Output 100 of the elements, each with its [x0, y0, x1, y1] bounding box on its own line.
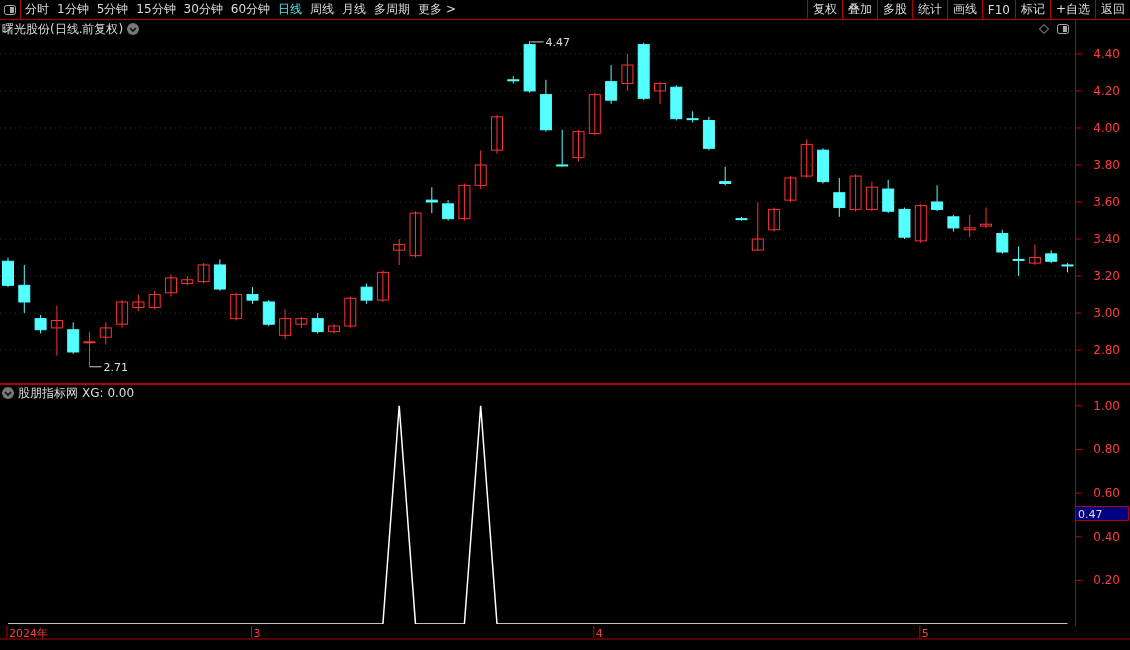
- candlestick: [262, 299, 275, 327]
- low-price-label: 2.71: [103, 360, 128, 374]
- date-label: 2024年: [9, 627, 48, 640]
- high-price-label: 4.47: [545, 35, 571, 49]
- candlestick: [800, 138, 813, 179]
- candlestick: [914, 203, 927, 244]
- candlestick: [719, 166, 732, 186]
- leader-line: [530, 41, 545, 43]
- period-tab[interactable]: 15分钟: [132, 0, 180, 19]
- candlestick: [295, 316, 308, 329]
- candlestick: [50, 305, 63, 357]
- candlestick: [980, 207, 992, 229]
- price-axis-label: 3.20: [1093, 269, 1120, 284]
- candlestick: [181, 275, 194, 286]
- candlestick: [947, 214, 960, 233]
- candlestick: [702, 116, 715, 151]
- period-tab[interactable]: 日线: [274, 0, 307, 19]
- price-axis-label: 2.80: [1093, 343, 1120, 358]
- candlestick: [34, 314, 47, 334]
- candlestick: [751, 201, 764, 251]
- candlestick: [311, 312, 324, 334]
- candlestick: [898, 207, 911, 240]
- candlestick: [963, 214, 976, 238]
- chart-title: 曙光股份(日线.前复权): [2, 20, 124, 38]
- candlestick: [817, 147, 829, 184]
- panel-toggle-icon[interactable]: [4, 4, 16, 15]
- period-tab[interactable]: 多周期: [370, 0, 415, 19]
- indicator-name: 股朋指标网: [18, 384, 78, 402]
- candlestick: [670, 84, 683, 122]
- candlestick: [865, 181, 878, 212]
- candlestick: [784, 175, 797, 203]
- candlestick: [376, 270, 389, 303]
- indicator-readout: XG: 0.00: [82, 386, 135, 400]
- candlestick: [116, 299, 129, 329]
- candlestick: [768, 207, 781, 233]
- candlestick: [1012, 245, 1025, 277]
- toolbar-button[interactable]: 返回: [1095, 0, 1130, 19]
- date-label: 4: [595, 627, 603, 640]
- panel-toggle-icon[interactable]: [1057, 24, 1069, 34]
- price-axis-label: 4.20: [1093, 83, 1120, 98]
- candlestick: [67, 321, 80, 355]
- candlestick: [654, 81, 666, 105]
- dropdown-icon[interactable]: [127, 23, 140, 35]
- candlestick: [539, 79, 552, 133]
- axis-label: 0.20: [1093, 573, 1120, 588]
- candlestick: [637, 42, 650, 101]
- candlestick: [246, 286, 259, 305]
- candlestick: [849, 173, 862, 212]
- period-tab[interactable]: 5分钟: [92, 0, 133, 19]
- toolbar-button[interactable]: 统计: [911, 0, 947, 19]
- candlestick: [409, 210, 422, 259]
- candlestick: [474, 149, 487, 190]
- toolbar-button[interactable]: F10: [981, 0, 1015, 19]
- candlestick: [996, 229, 1009, 255]
- candlestick: [1061, 262, 1074, 273]
- candlestick: [882, 179, 895, 214]
- candlestick: [458, 183, 471, 221]
- price-axis-label: 4.00: [1093, 120, 1120, 135]
- price-axis-label: 3.00: [1093, 306, 1120, 321]
- axis-label: 0.40: [1093, 529, 1120, 544]
- axis-label: 0.80: [1093, 442, 1120, 457]
- candlestick: [360, 282, 373, 305]
- leader-line: [89, 366, 102, 368]
- period-tab[interactable]: 分时: [21, 0, 53, 19]
- period-tab[interactable]: 月线: [338, 0, 371, 19]
- candlestick: [507, 75, 520, 84]
- price-axis-label: 3.60: [1093, 195, 1120, 209]
- toolbar-button[interactable]: 多股: [876, 0, 912, 19]
- toolbar-button[interactable]: 叠加: [841, 0, 877, 19]
- period-tab[interactable]: 60分钟: [226, 0, 275, 19]
- toolbar-button[interactable]: 复权: [806, 0, 842, 19]
- period-tab[interactable]: 周线: [306, 0, 339, 19]
- period-tab[interactable]: 更多 >: [414, 0, 460, 19]
- date-label: 5: [921, 627, 929, 640]
- toolbar-button[interactable]: 画线: [946, 0, 982, 19]
- candlestick: [197, 262, 210, 284]
- candlestick: [1028, 244, 1041, 266]
- candlestick: [165, 273, 177, 297]
- candlestick: [686, 110, 699, 123]
- candlestick: [735, 216, 748, 221]
- date-label: 3: [253, 627, 261, 640]
- candlestick: [588, 92, 601, 136]
- candlestick: [425, 186, 438, 214]
- candlestick: [833, 177, 846, 218]
- candlestick: [491, 114, 503, 155]
- axis-label: 1.00: [1093, 398, 1120, 413]
- toolbar-button[interactable]: 标记: [1014, 0, 1050, 19]
- candlestick: [99, 321, 112, 346]
- candlestick: [523, 40, 536, 94]
- period-tab[interactable]: 1分钟: [53, 0, 93, 19]
- candlestick: [213, 258, 226, 292]
- candlestick: [621, 53, 634, 92]
- diamond-icon[interactable]: [1039, 24, 1049, 34]
- cursor-value: 0.47: [1075, 506, 1129, 521]
- collapse-icon[interactable]: [2, 387, 14, 399]
- toolbar-button[interactable]: +自选: [1049, 0, 1095, 19]
- candlestick: [2, 257, 14, 288]
- period-tab[interactable]: 30分钟: [179, 0, 227, 19]
- candlestick: [230, 292, 243, 321]
- candlestick: [148, 290, 161, 310]
